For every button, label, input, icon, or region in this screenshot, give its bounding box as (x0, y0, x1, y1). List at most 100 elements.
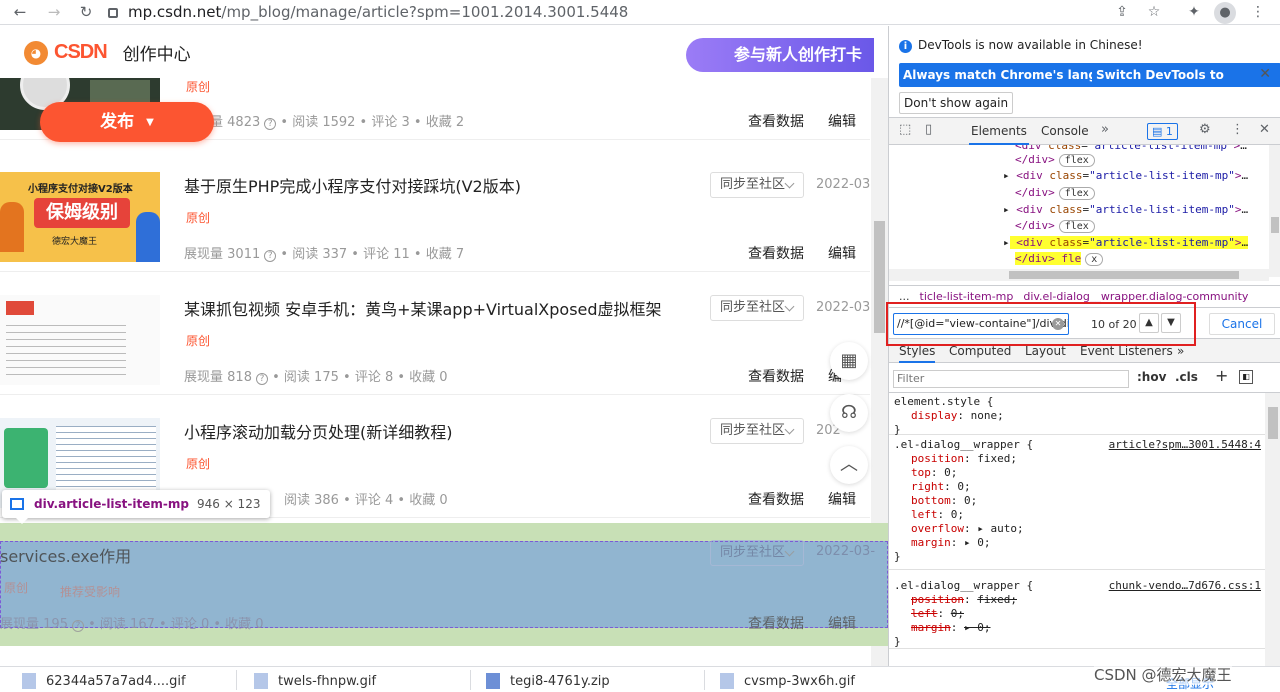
extensions-icon[interactable]: ✦ (1184, 2, 1204, 22)
more-tabs-icon[interactable]: » (1101, 122, 1109, 137)
edit-link[interactable]: 编辑 (828, 613, 856, 633)
article-title[interactable]: services.exe作用 (0, 543, 131, 567)
new-rule-icon[interactable]: + (1215, 366, 1228, 385)
sync-to-community-select[interactable]: 同步至社区 (710, 418, 804, 444)
issues-badge[interactable]: ▤ 1 (1147, 123, 1178, 140)
reload-icon[interactable]: ↻ (76, 2, 96, 22)
csdn-logo[interactable]: ◕ CSDN 创作中心 (24, 40, 191, 65)
sync-to-community-select[interactable]: 同步至社区 (710, 295, 804, 321)
rule-selector[interactable]: element.style { (889, 395, 1265, 409)
help-icon[interactable]: ? (71, 620, 84, 632)
edit-link[interactable]: 编辑 (828, 111, 856, 131)
view-data-link[interactable]: 查看数据 (748, 366, 804, 386)
style-property[interactable]: position: fixed; (889, 593, 1265, 607)
style-property[interactable]: margin: ▸ 0; (889, 536, 1265, 550)
menu-kebab-icon[interactable]: ⋮ (1248, 2, 1268, 22)
article-thumbnail[interactable] (0, 295, 160, 385)
property-value: fixed; (977, 593, 1017, 606)
dom-node-line[interactable]: </div> flex (1015, 152, 1095, 168)
sync-to-community-select[interactable]: 同步至社区 (710, 172, 804, 198)
tab-console[interactable]: Console (1041, 118, 1089, 145)
rule-source-link[interactable]: chunk-vendo…7d676.css:1 (1109, 579, 1261, 592)
sync-to-community-select[interactable]: 同步至社区 (710, 540, 804, 566)
view-data-link[interactable]: 查看数据 (748, 489, 804, 509)
download-item[interactable]: cvsmp-3wx6h.gif (720, 673, 920, 689)
download-filename: cvsmp-3wx6h.gif (744, 674, 855, 689)
dom-vertical-scrollbar[interactable] (1269, 145, 1280, 277)
customer-service-icon[interactable]: ☊ (830, 394, 868, 432)
article-title[interactable]: 某课抓包视频 安卓手机：黄鸟+某课app+VirtualXposed虚拟框架 (184, 296, 662, 320)
back-icon[interactable]: ← (10, 2, 30, 22)
flex-badge[interactable]: flex (1058, 187, 1095, 200)
help-icon[interactable]: ? (264, 118, 277, 130)
dom-node-line[interactable]: ▸ <div class="article-list-item-mp">… (1003, 168, 1248, 184)
dom-node-line[interactable]: </div> flex (1015, 185, 1095, 201)
help-icon[interactable]: ? (255, 373, 268, 385)
view-data-link[interactable]: 查看数据 (748, 111, 804, 131)
rule-source-link[interactable]: article?spm…3001.5448:4 (1109, 438, 1261, 451)
download-item[interactable]: twels-fhnpw.gif (254, 673, 454, 689)
settings-gear-icon[interactable]: ⚙ (1199, 122, 1211, 137)
help-icon[interactable]: ? (264, 250, 277, 262)
tab-elements[interactable]: Elements (969, 118, 1029, 145)
address-bar[interactable]: mp.csdn.net/mp_blog/manage/article?spm=1… (108, 1, 1108, 23)
download-item[interactable]: 62344a57a7ad4....gif (22, 673, 212, 689)
styles-filter-input[interactable]: Filter (893, 370, 1129, 388)
tooltip-element-name: div.article-list-item-mp (34, 497, 189, 511)
dom-horizontal-scrollbar[interactable] (889, 269, 1269, 281)
close-icon[interactable]: x (1085, 253, 1104, 266)
flex-badge[interactable]: flex (1058, 154, 1095, 167)
article-title[interactable]: 小程序滚动加载分页处理(新详细教程) (184, 419, 453, 443)
style-property[interactable]: right: 0; (889, 480, 1265, 494)
style-property[interactable]: overflow: ▸ auto; (889, 522, 1265, 536)
style-property[interactable]: left: 0; (889, 607, 1265, 621)
promo-banner[interactable]: 参与新人创作打卡 (686, 38, 874, 72)
styles-scrollbar[interactable] (1265, 393, 1280, 666)
style-property[interactable]: position: fixed; (889, 452, 1265, 466)
flex-badge[interactable]: fle (1061, 252, 1081, 265)
publish-button[interactable]: 发布 ▼ (40, 102, 214, 142)
forward-icon[interactable]: → (44, 2, 64, 22)
rule-close-brace: } (894, 423, 901, 436)
dom-node-line-selected[interactable]: </div> fle x (1015, 251, 1104, 267)
close-devtools-icon[interactable]: ✕ (1259, 122, 1270, 137)
share-icon[interactable]: ⇪ (1112, 2, 1132, 22)
article-thumbnail[interactable]: 小程序支付对接V2版本 保姆级别 德宏大魔王 (0, 172, 160, 262)
close-icon[interactable]: ✕ (1259, 66, 1271, 82)
dom-node-line[interactable]: </div> flex (1015, 218, 1095, 234)
style-property[interactable]: bottom: 0; (889, 494, 1265, 508)
hover-state-toggle[interactable]: :hov (1137, 370, 1166, 384)
switch-to-chinese-button[interactable]: Switch DevTools to Chinese (1092, 63, 1280, 106)
inspect-element-icon[interactable]: ⬚ (899, 122, 911, 137)
scrollbar-thumb[interactable] (1271, 217, 1279, 233)
qr-code-icon[interactable]: ▦ (830, 342, 868, 380)
download-item[interactable]: tegi8-4761y.zip (486, 673, 686, 689)
sidebar-toggle-icon[interactable]: ◧ (1239, 370, 1253, 384)
search-cancel-button[interactable]: Cancel (1209, 313, 1275, 335)
view-data-link[interactable]: 查看数据 (748, 613, 804, 633)
article-title[interactable]: 基于原生PHP完成小程序支付对接踩坑(V2版本) (184, 173, 521, 197)
view-data-link[interactable]: 查看数据 (748, 243, 804, 263)
device-toolbar-icon[interactable]: ▯ (925, 122, 932, 137)
scrollbar-thumb[interactable] (1268, 407, 1278, 439)
dont-show-again-button[interactable]: Don't show again (899, 92, 1014, 114)
scrollbar-thumb[interactable] (874, 221, 885, 333)
style-property[interactable]: top: 0; (889, 466, 1265, 480)
scrollbar-thumb[interactable] (1009, 271, 1239, 279)
inspected-element-highlight: services.exe作用 原创 推荐受影响 展现量 195? • 阅读 16… (0, 523, 888, 646)
edit-link[interactable]: 编辑 (828, 243, 856, 263)
dom-node-line-selected[interactable]: ▸ <div class="article-list-item-mp">… (1003, 235, 1249, 251)
profile-avatar[interactable]: ● (1214, 2, 1236, 24)
devtools-menu-icon[interactable]: ⋮ (1231, 122, 1244, 137)
caret-down-icon: ▼ (146, 117, 154, 128)
edit-link[interactable]: 编辑 (828, 489, 856, 509)
style-property[interactable]: left: 0; (889, 508, 1265, 522)
phone-graphic (4, 428, 48, 488)
back-to-top-icon[interactable]: ︿ (830, 446, 868, 484)
style-property[interactable]: display: none; (889, 409, 1265, 423)
bookmark-star-icon[interactable]: ☆ (1144, 2, 1164, 22)
class-toggle[interactable]: .cls (1175, 370, 1198, 384)
dom-node-line[interactable]: ▸ <div class="article-list-item-mp">… (1003, 202, 1248, 218)
flex-badge[interactable]: flex (1058, 220, 1095, 233)
style-property[interactable]: margin: ▸ 0; (889, 621, 1265, 635)
